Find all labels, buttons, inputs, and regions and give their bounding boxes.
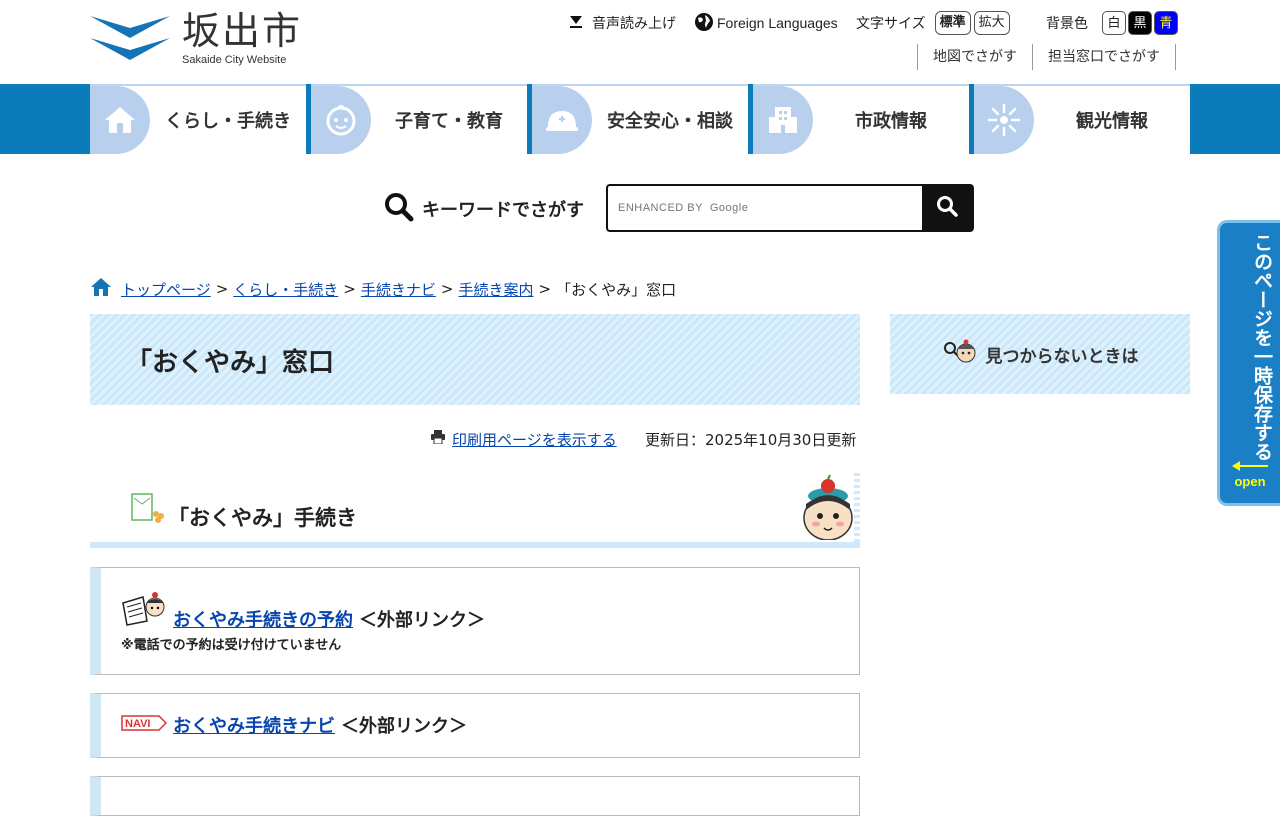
- card-partial: [90, 776, 860, 816]
- bg-white-button[interactable]: 白: [1102, 11, 1126, 35]
- breadcrumb-link-guide[interactable]: 手続き案内: [458, 279, 533, 300]
- logo-mark[interactable]: [90, 14, 170, 62]
- reservation-note: ※電話での予約は受け付けていません: [121, 638, 342, 653]
- global-nav: くらし・手続き 子育て・教育 安全安心・相談 市政情報 観光情報: [90, 84, 1190, 154]
- print-link-text[interactable]: 印刷用ページを表示する: [452, 429, 617, 450]
- print-link[interactable]: 印刷用ページを表示する: [430, 428, 617, 450]
- mascot-icon: [800, 474, 854, 544]
- building-icon: [753, 86, 813, 154]
- nav-item-living[interactable]: くらし・手続き: [90, 84, 306, 154]
- nav-item-safety[interactable]: 安全安心・相談: [532, 84, 748, 154]
- card-navi: NAVI おくやみ手続きナビ ＜外部リンク＞: [90, 693, 860, 758]
- keyword-search-label: キーワードでさがす: [384, 192, 584, 226]
- section-heading: 「おくやみ」手続き: [168, 506, 357, 530]
- nav-item-tourism[interactable]: 観光情報: [974, 84, 1190, 154]
- section-heading-box: 「おくやみ」手続き: [90, 472, 860, 548]
- nav-label: 市政情報: [855, 111, 927, 132]
- languages-label: Foreign Languages: [717, 15, 838, 31]
- open-label: open: [1234, 474, 1266, 489]
- logo-subtitle: Sakaide City Website: [182, 54, 287, 66]
- search-box: [606, 184, 974, 232]
- arrow-left-icon: [1220, 459, 1280, 474]
- house-icon: [90, 86, 150, 154]
- nav-label: 観光情報: [1076, 111, 1148, 132]
- bg-color-label: 背景色: [1046, 16, 1088, 32]
- not-found-label: 見つからないときは: [985, 346, 1139, 367]
- card-reservation: おくやみ手続きの予約 ＜外部リンク＞ ※電話での予約は受け付けていません: [90, 567, 860, 675]
- reservation-link[interactable]: おくやみ手続きの予約: [173, 606, 353, 632]
- breadcrumb-current: 「おくやみ」窓口: [556, 280, 677, 299]
- breadcrumb-sep: >: [343, 280, 356, 298]
- font-size-control: 文字サイズ 標準 拡大: [856, 10, 1010, 36]
- nav-label: 安全安心・相談: [607, 111, 733, 132]
- map-search-link[interactable]: 地図でさがす: [917, 44, 1032, 70]
- nav-item-city-info[interactable]: 市政情報: [753, 84, 969, 154]
- svg-text:NAVI: NAVI: [125, 718, 150, 730]
- breadcrumb-link-living[interactable]: くらし・手続き: [233, 279, 338, 300]
- save-page-text: このページを一時保存する: [1251, 233, 1273, 461]
- book-mascot-icon: [121, 589, 167, 632]
- voice-reader-link[interactable]: 音声読み上げ: [568, 10, 676, 36]
- breadcrumb-sep: >: [215, 280, 229, 298]
- keyword-search-text: キーワードでさがす: [422, 200, 584, 221]
- search-icon: [936, 195, 958, 221]
- font-size-standard-button[interactable]: 標準: [934, 11, 971, 35]
- foreign-languages-link[interactable]: Foreign Languages: [694, 10, 838, 36]
- font-size-label: 文字サイズ: [856, 16, 926, 32]
- page-title-box: 「おくやみ」窓口: [90, 314, 860, 405]
- voice-icon: [568, 13, 584, 33]
- nav-item-childcare[interactable]: 子育て・教育: [311, 84, 527, 154]
- updated-date: 更新日：2025年10月30日更新: [645, 430, 857, 449]
- card-row: NAVI おくやみ手続きナビ ＜外部リンク＞: [121, 712, 467, 738]
- navi-badge-icon: NAVI: [121, 714, 168, 737]
- external-link-label: ＜外部リンク＞: [359, 610, 485, 631]
- not-found-link[interactable]: 見つからないときは: [890, 314, 1190, 394]
- breadcrumb-sep: >: [440, 280, 454, 298]
- globe-icon: [694, 12, 714, 35]
- card-row: おくやみ手続きの予約 ＜外部リンク＞: [121, 588, 485, 632]
- voice-label: 音声読み上げ: [592, 16, 676, 32]
- save-page-tab[interactable]: このページを一時保存する open: [1217, 220, 1280, 506]
- nav-label: くらし・手続き: [165, 111, 291, 132]
- page-title: 「おくやみ」窓口: [126, 348, 335, 378]
- breadcrumb-link-top[interactable]: トップページ: [121, 279, 211, 300]
- document-icon: [130, 492, 166, 528]
- search-input[interactable]: [608, 186, 922, 230]
- home-icon: [90, 277, 112, 301]
- office-search-link[interactable]: 担当窓口でさがす: [1032, 44, 1176, 70]
- search-button[interactable]: [922, 186, 972, 230]
- breadcrumb-link-navi[interactable]: 手続きナビ: [361, 279, 436, 300]
- magnifier-mascot-icon: [942, 338, 976, 371]
- baby-icon: [311, 86, 371, 154]
- breadcrumb: トップページ > くらし・手続き > 手続きナビ > 手続き案内 > 「おくやみ…: [90, 278, 676, 300]
- helmet-icon: [532, 86, 592, 154]
- breadcrumb-sep: >: [538, 280, 552, 298]
- firework-icon: [974, 86, 1034, 154]
- search-icon: [384, 192, 414, 227]
- logo-title[interactable]: 坂出市: [182, 8, 302, 54]
- font-size-large-button[interactable]: 拡大: [973, 11, 1010, 35]
- save-page-open[interactable]: open: [1220, 459, 1280, 489]
- bg-blue-button[interactable]: 青: [1154, 11, 1178, 35]
- nav-label: 子育て・教育: [395, 111, 503, 132]
- bg-color-control: 背景色 白 黒 青: [1046, 10, 1178, 36]
- section-stripe: [854, 472, 860, 542]
- external-link-label: ＜外部リンク＞: [341, 716, 467, 737]
- bg-black-button[interactable]: 黒: [1128, 11, 1152, 35]
- navi-link[interactable]: おくやみ手続きナビ: [173, 712, 335, 738]
- printer-icon: [430, 430, 446, 448]
- sub-links: 地図でさがす 担当窓口でさがす: [917, 44, 1176, 70]
